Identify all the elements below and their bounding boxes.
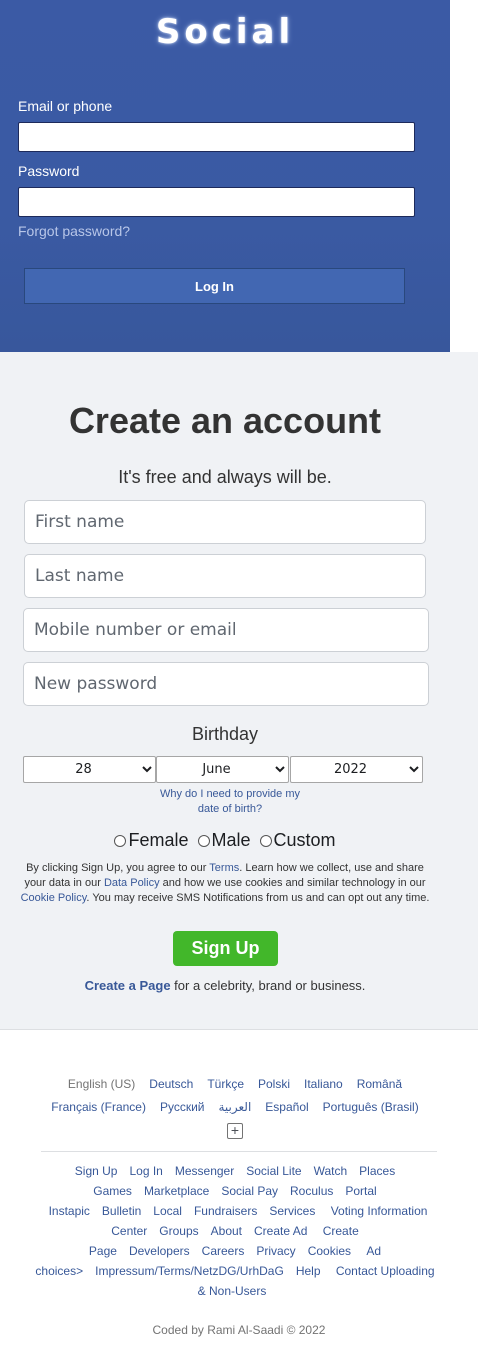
gender-male-label: Male bbox=[211, 830, 251, 850]
last-name-input[interactable] bbox=[24, 554, 426, 598]
new-password-input[interactable] bbox=[23, 662, 429, 706]
birth-month-select[interactable]: June bbox=[156, 756, 289, 783]
language-link[interactable]: Français (France) bbox=[51, 1100, 146, 1114]
footer: English (US) Deutsch Türkçe Polski Italiano R… bbox=[0, 1029, 478, 1366]
footer-links: Sign Up Log In Messenger Social Lite Watch Pl… bbox=[35, 1161, 435, 1301]
footer-link[interactable]: Sign Up bbox=[75, 1164, 118, 1178]
language-link[interactable]: العربية bbox=[219, 1100, 252, 1114]
footer-link[interactable]: Help bbox=[296, 1264, 321, 1278]
footer-link[interactable]: Portal bbox=[345, 1184, 376, 1198]
language-link[interactable]: Türkçe bbox=[207, 1077, 244, 1091]
footer-link[interactable]: Social Pay bbox=[221, 1184, 278, 1198]
birth-year-select[interactable]: 2022 bbox=[290, 756, 423, 783]
footer-link[interactable]: Roculus bbox=[290, 1184, 333, 1198]
create-page-link[interactable]: Create a Page bbox=[85, 978, 171, 993]
coded-by-text: Coded by Rami Al-Saadi © 2022 bbox=[152, 1323, 326, 1337]
terms-link[interactable]: Terms bbox=[209, 862, 239, 874]
footer-link[interactable]: Messenger bbox=[175, 1164, 234, 1178]
footer-link[interactable]: Fundraisers bbox=[194, 1204, 257, 1218]
footer-link[interactable]: Bulletin bbox=[102, 1204, 141, 1218]
footer-link[interactable]: Marketplace bbox=[144, 1184, 209, 1198]
gender-male-option[interactable]: Male bbox=[197, 830, 251, 851]
gender-female-label: Female bbox=[128, 830, 189, 850]
why-birthday-link[interactable]: Why do I need to provide my date of birt… bbox=[150, 787, 310, 817]
radio-icon[interactable] bbox=[259, 834, 272, 847]
signup-section: Create an account It's free and always w… bbox=[0, 352, 478, 1030]
first-name-input[interactable] bbox=[24, 500, 426, 544]
data-policy-link[interactable]: Data Policy bbox=[104, 877, 160, 889]
footer-link[interactable]: Cookies bbox=[308, 1244, 351, 1258]
password-label: Password bbox=[18, 163, 80, 179]
footer-link[interactable]: Privacy bbox=[256, 1244, 295, 1258]
current-language: English (US) bbox=[67, 1077, 136, 1091]
footer-link[interactable]: Instapic bbox=[49, 1204, 90, 1218]
language-link[interactable]: Polski bbox=[258, 1077, 290, 1091]
language-link[interactable]: Português (Brasil) bbox=[323, 1100, 419, 1114]
gender-custom-option[interactable]: Custom bbox=[259, 830, 336, 851]
footer-link[interactable]: Games bbox=[93, 1184, 132, 1198]
footer-divider bbox=[41, 1151, 437, 1152]
footer-link[interactable]: About bbox=[211, 1224, 242, 1238]
radio-icon[interactable] bbox=[197, 834, 210, 847]
footer-link[interactable]: Local bbox=[153, 1204, 182, 1218]
cookie-policy-link[interactable]: Cookie Policy bbox=[21, 892, 87, 904]
footer-link[interactable]: Places bbox=[359, 1164, 395, 1178]
terms-text-3: and how we use cookies and similar techn… bbox=[159, 877, 426, 889]
birthday-label: Birthday bbox=[191, 724, 259, 744]
language-link[interactable]: Русский bbox=[160, 1100, 205, 1114]
footer-link[interactable]: Groups bbox=[159, 1224, 198, 1238]
login-button[interactable]: Log In bbox=[24, 268, 405, 304]
language-link[interactable]: Deutsch bbox=[149, 1077, 193, 1091]
signup-button[interactable]: Sign Up bbox=[173, 931, 278, 966]
create-page-suffix: for a celebrity, brand or business. bbox=[170, 978, 366, 993]
password-input[interactable] bbox=[18, 187, 415, 217]
email-label: Email or phone bbox=[18, 98, 113, 114]
gender-female-option[interactable]: Female bbox=[114, 830, 188, 851]
create-page-text: Create a Page for a celebrity, brand or … bbox=[0, 978, 450, 993]
footer-link[interactable]: Create Ad bbox=[254, 1224, 307, 1238]
footer-link[interactable]: Developers bbox=[129, 1244, 190, 1258]
footer-link[interactable]: Impressum/Terms/NetzDG/UrhDaG bbox=[95, 1264, 284, 1278]
signup-title: Create an account bbox=[68, 400, 382, 441]
terms-text-4: . You may receive SMS Notifications from… bbox=[86, 892, 430, 904]
signup-tagline: It's free and always will be. bbox=[118, 467, 332, 487]
footer-link[interactable]: Careers bbox=[202, 1244, 245, 1258]
footer-link[interactable]: Social Lite bbox=[246, 1164, 301, 1178]
footer-link[interactable]: Services bbox=[269, 1204, 315, 1218]
forgot-password-link[interactable]: Forgot password? bbox=[18, 223, 130, 239]
language-list: English (US) Deutsch Türkçe Polski Italiano R… bbox=[40, 1073, 430, 1142]
mobile-or-email-input[interactable] bbox=[23, 608, 429, 652]
plus-box-icon[interactable]: + bbox=[227, 1122, 243, 1139]
terms-text: By clicking Sign Up, you agree to our Te… bbox=[20, 861, 430, 906]
login-panel: Social Email or phone Password Forgot pa… bbox=[0, 0, 450, 352]
gender-group: Female Male Custom bbox=[0, 830, 450, 852]
site-logo: Social bbox=[155, 12, 295, 52]
gender-custom-label: Custom bbox=[273, 830, 336, 850]
radio-icon[interactable] bbox=[114, 834, 127, 847]
language-link[interactable]: Español bbox=[265, 1100, 308, 1114]
language-link[interactable]: Română bbox=[357, 1077, 402, 1091]
birth-day-select[interactable]: 28 bbox=[23, 756, 156, 783]
terms-text-1: By clicking Sign Up, you agree to our bbox=[26, 862, 210, 874]
footer-link[interactable]: Watch bbox=[314, 1164, 348, 1178]
language-link[interactable]: Italiano bbox=[304, 1077, 343, 1091]
footer-link[interactable]: Log In bbox=[129, 1164, 162, 1178]
email-input[interactable] bbox=[18, 122, 415, 152]
